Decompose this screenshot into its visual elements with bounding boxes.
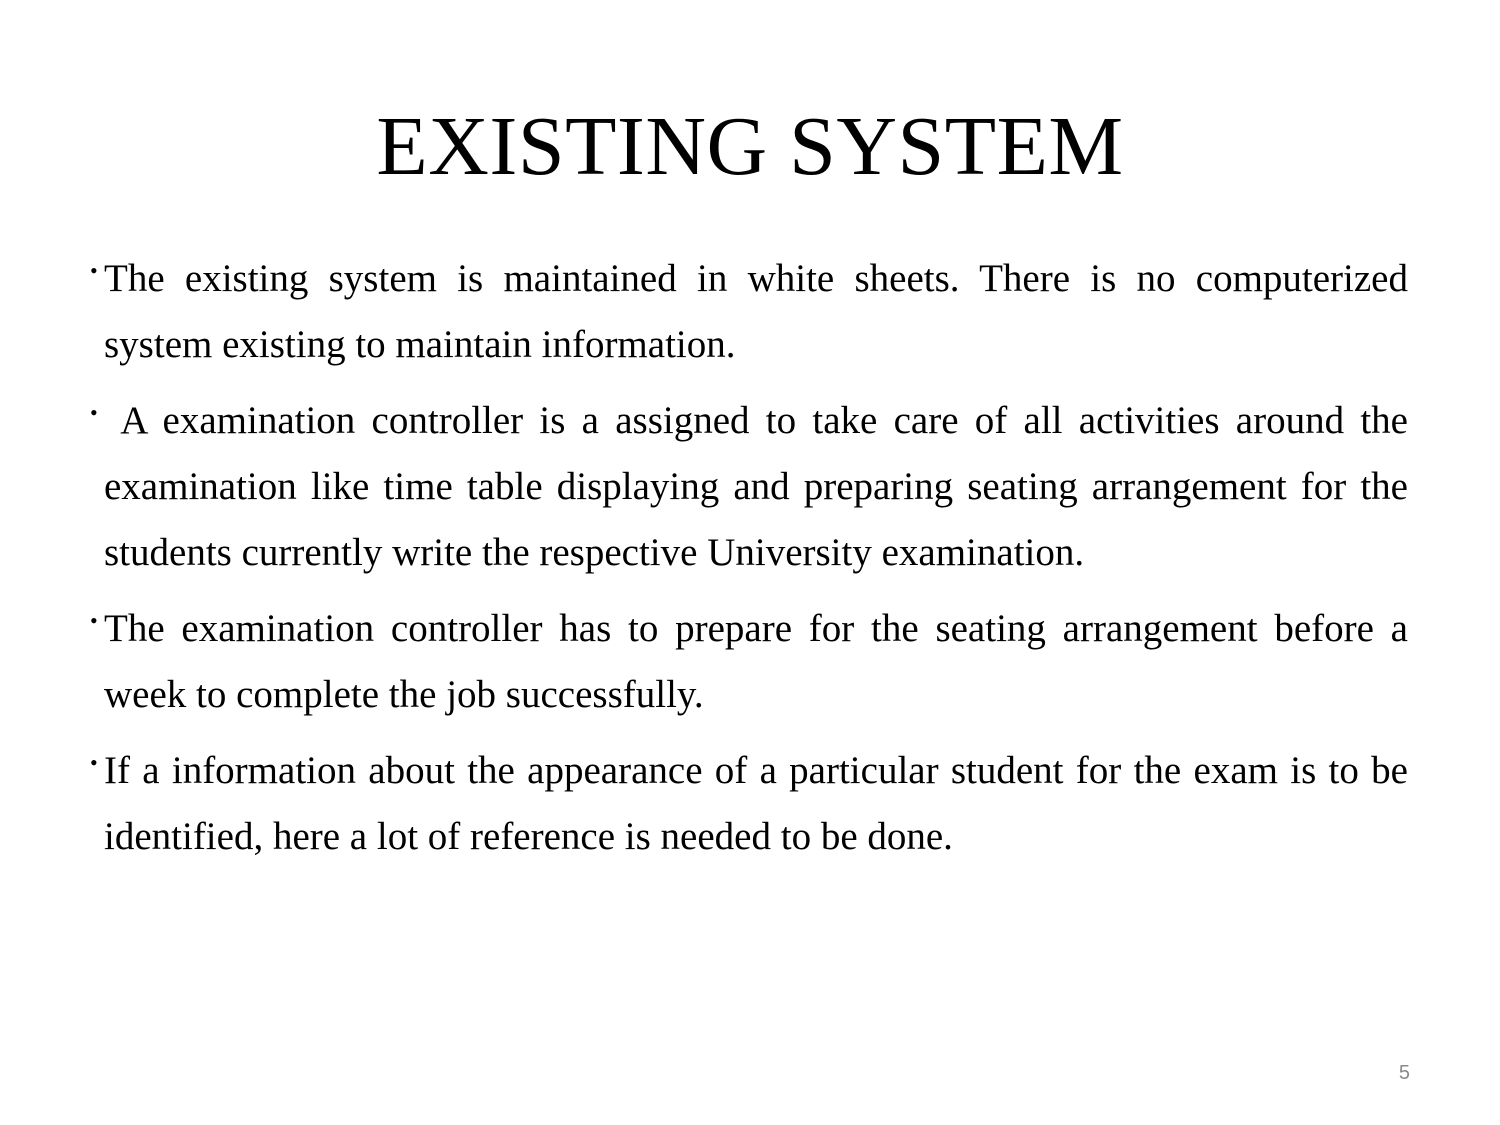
bullet-marker: • bbox=[90, 750, 98, 775]
bullet-marker: • bbox=[90, 400, 98, 425]
bullet-marker: • bbox=[90, 608, 98, 633]
bullet-item: • If a information about the appearance … bbox=[88, 738, 1408, 870]
bullet-item: • The examination controller has to prep… bbox=[88, 596, 1408, 728]
page-number: 5 bbox=[1398, 1062, 1410, 1084]
slide: EXISTING SYSTEM • The existing system is… bbox=[0, 0, 1500, 1125]
bullet-marker: • bbox=[90, 258, 98, 283]
bullet-item: • A examination controller is a assigned… bbox=[88, 388, 1408, 586]
bullet-item: • The existing system is maintained in w… bbox=[88, 246, 1408, 378]
bullet-text: A examination controller is a assigned t… bbox=[104, 399, 1418, 574]
bullet-list: • The existing system is maintained in w… bbox=[88, 246, 1408, 880]
bullet-text: The existing system is maintained in whi… bbox=[104, 257, 1408, 366]
bullet-text: The examination controller has to prepar… bbox=[104, 607, 1408, 716]
bullet-text: If a information about the appearance of… bbox=[104, 749, 1408, 858]
slide-title: EXISTING SYSTEM bbox=[376, 100, 1124, 193]
